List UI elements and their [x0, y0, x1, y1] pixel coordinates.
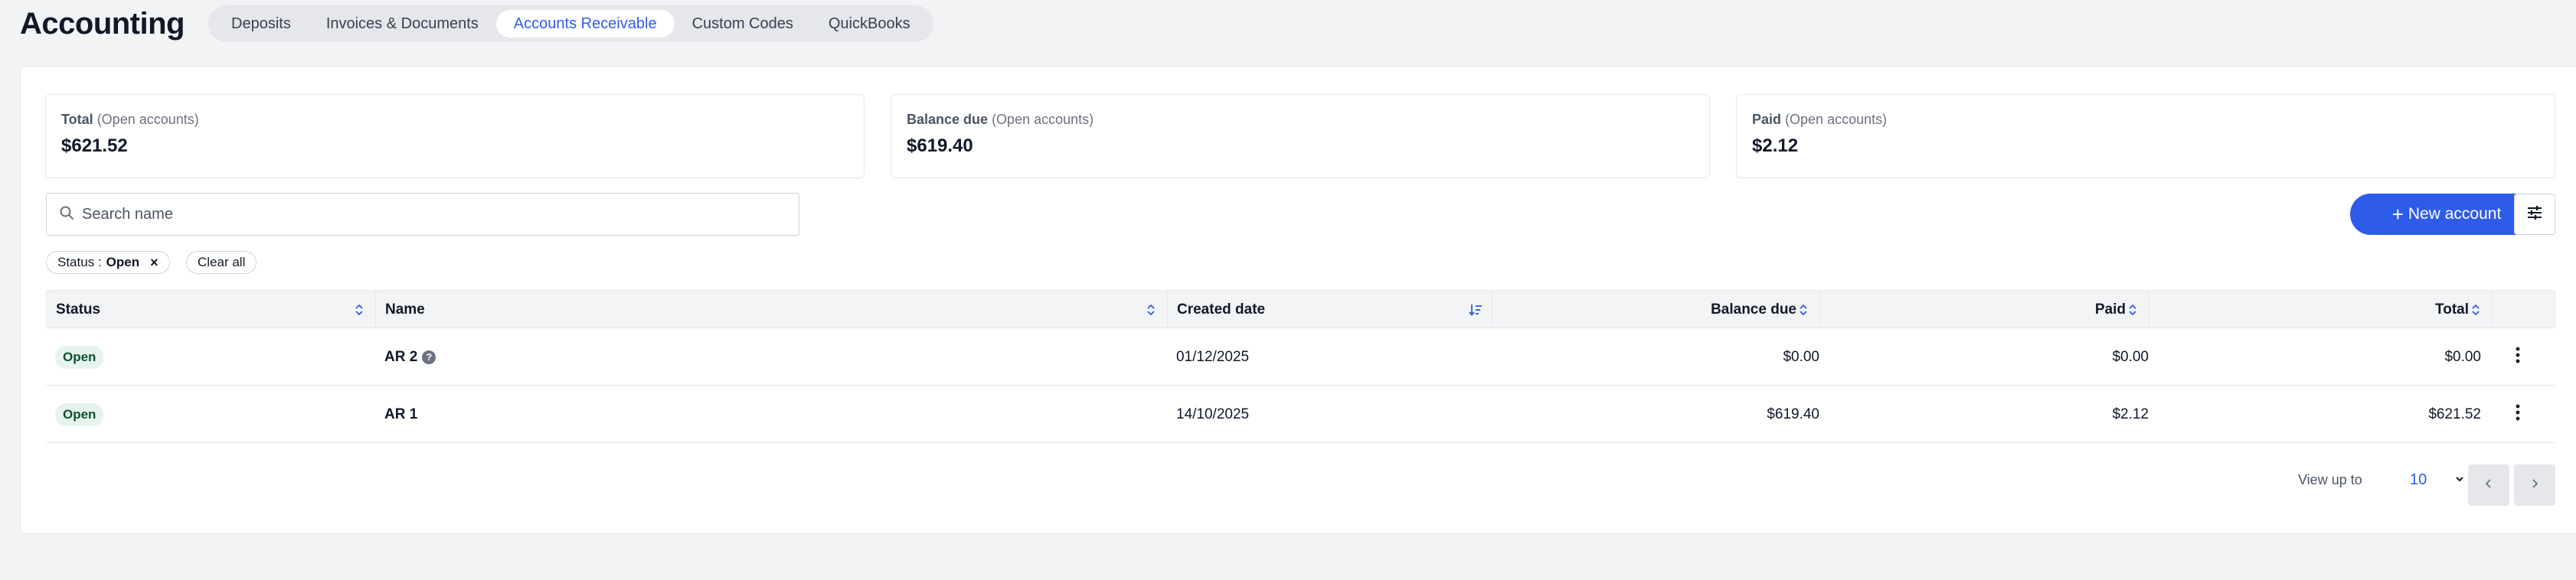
plus-icon: +	[2391, 203, 2404, 226]
chevron-right-icon	[2530, 478, 2539, 493]
help-icon[interactable]: ?	[422, 350, 436, 364]
paid-cell: $2.12	[2112, 406, 2149, 422]
total-card: Total (Open accounts) $621.52	[45, 94, 865, 178]
page-header: Accounting	[20, 6, 185, 41]
search-icon	[59, 205, 74, 224]
column-header-total[interactable]: Total	[2149, 291, 2493, 329]
account-name[interactable]: AR 1	[384, 406, 417, 423]
page-size-select[interactable]: 10	[2404, 464, 2465, 495]
paid-cell: $0.00	[2112, 348, 2149, 365]
tab-quickbooks[interactable]: QuickBooks	[811, 10, 928, 37]
table-row[interactable]: Open AR 1 14/10/2025 $619.40 $2.12 $621.…	[46, 386, 2555, 443]
balance-due-card: Balance due (Open accounts) $619.40	[891, 94, 1710, 178]
created-date-cell: 01/12/2025	[1176, 348, 1250, 365]
name-cell: AR 2 ?	[384, 328, 436, 386]
sort-icon	[1146, 303, 1156, 317]
column-header-name[interactable]: Name	[376, 291, 1168, 329]
chevron-left-icon	[2484, 478, 2493, 493]
column-header-status[interactable]: Status	[47, 291, 376, 329]
balance-due-card-value: $619.40	[907, 135, 973, 156]
balance-due-cell: $0.00	[1783, 348, 1819, 365]
created-date-cell: 14/10/2025	[1176, 406, 1250, 422]
kebab-menu-icon	[2516, 347, 2520, 368]
search-box[interactable]	[46, 193, 799, 236]
column-header-paid[interactable]: Paid	[1820, 291, 2149, 329]
filter-settings-button[interactable]	[2514, 194, 2555, 235]
clear-all-button[interactable]: Clear all	[186, 251, 257, 274]
tab-custom-codes[interactable]: Custom Codes	[675, 10, 811, 37]
page-size-value: 10	[2410, 471, 2427, 488]
total-cell: $0.00	[2444, 348, 2481, 365]
page-size-label: View up to	[2298, 472, 2362, 487]
name-cell: AR 1	[384, 386, 417, 443]
chevron-down-icon	[2454, 473, 2465, 487]
row-actions-button[interactable]	[2516, 386, 2520, 443]
accounts-receivable-panel: Total (Open accounts) $621.52 Balance du…	[20, 66, 2576, 534]
tab-accounts-receivable[interactable]: Accounts Receivable	[495, 10, 675, 37]
tab-invoices-documents[interactable]: Invoices & Documents	[309, 10, 496, 37]
account-name[interactable]: AR 2	[384, 349, 417, 366]
balance-due-cell: $619.40	[1767, 406, 1819, 422]
status-badge: Open	[55, 345, 104, 369]
paid-card: Paid (Open accounts) $2.12	[1736, 94, 2555, 178]
total-cell: $621.52	[2428, 406, 2481, 422]
accounts-table: Status Name Created date Balance due Pai…	[46, 290, 2555, 443]
sort-descending-icon	[1469, 303, 1483, 317]
close-icon[interactable]: ×	[150, 255, 159, 271]
sliders-icon	[2526, 205, 2543, 224]
table-header: Status Name Created date Balance due Pai…	[46, 290, 2555, 329]
search-input[interactable]	[82, 205, 771, 223]
total-card-value: $621.52	[61, 135, 128, 156]
tab-deposits[interactable]: Deposits	[214, 10, 309, 37]
status-badge: Open	[55, 402, 104, 426]
sort-icon	[1798, 303, 1809, 317]
table-row[interactable]: Open AR 2 ? 01/12/2025 $0.00 $0.00 $0.00	[46, 328, 2555, 386]
next-page-button[interactable]	[2514, 464, 2555, 506]
sort-icon	[354, 303, 364, 317]
previous-page-button[interactable]	[2468, 464, 2509, 506]
column-header-balance-due[interactable]: Balance due	[1492, 291, 1820, 329]
status-filter-chip[interactable]: Status : Open ×	[46, 251, 170, 274]
page-title: Accounting	[20, 6, 185, 41]
balance-due-card-label: Balance due (Open accounts)	[907, 112, 1094, 127]
row-actions-button[interactable]	[2516, 328, 2520, 386]
paid-card-label: Paid (Open accounts)	[1752, 112, 1888, 127]
section-tabs: Deposits Invoices & Documents Accounts R…	[208, 5, 933, 42]
sort-icon	[2127, 303, 2138, 317]
paid-card-value: $2.12	[1752, 135, 1799, 156]
status-cell: Open	[55, 386, 104, 443]
total-card-label: Total (Open accounts)	[61, 112, 199, 127]
column-header-created-date[interactable]: Created date	[1168, 291, 1492, 329]
status-cell: Open	[55, 328, 104, 386]
kebab-menu-icon	[2516, 404, 2520, 425]
sort-icon	[2470, 303, 2481, 317]
